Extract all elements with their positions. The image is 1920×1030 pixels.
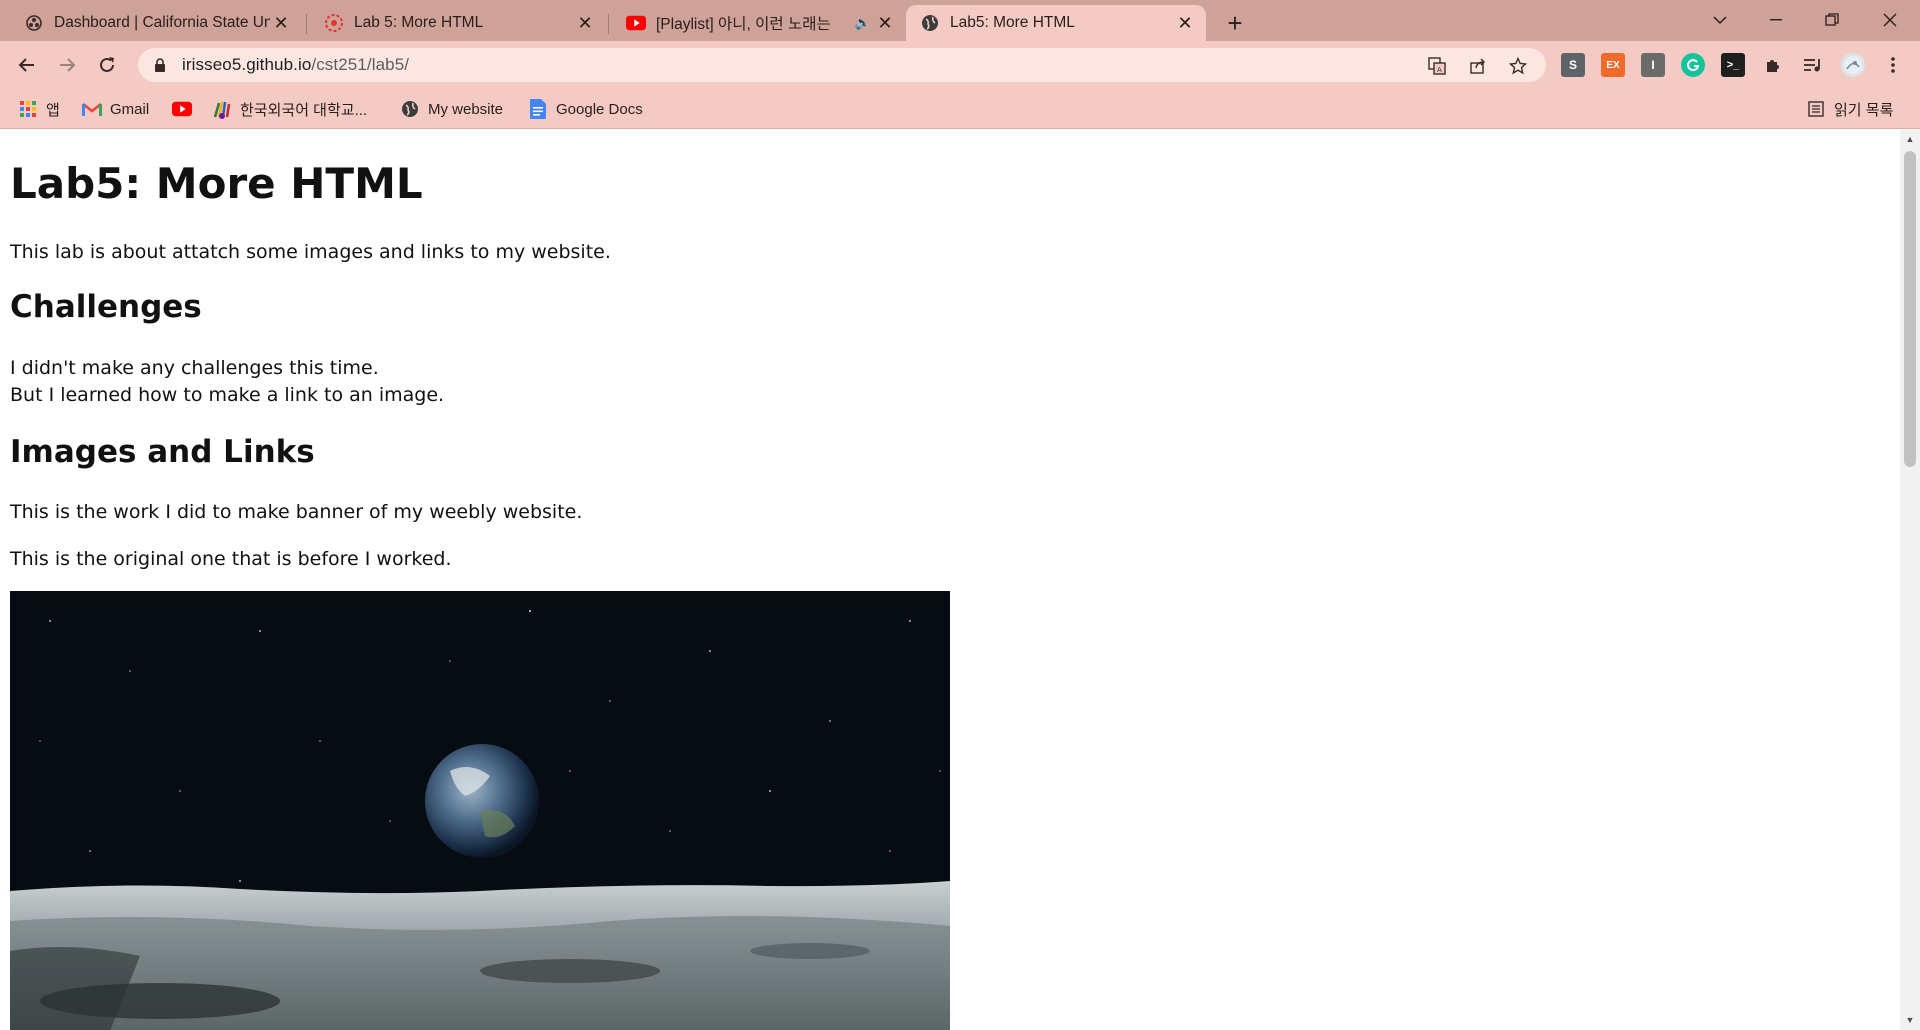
images-heading: Images and Links [10,434,315,470]
bookmark-label: My website [428,100,504,118]
extension-s-icon[interactable]: S [1561,53,1585,77]
tab-strip: Dashboard | California State Uni ✕ Lab 5… [0,0,1920,41]
new-tab-button[interactable]: + [1220,8,1250,38]
bookmark-gmail[interactable]: Gmail [82,97,149,121]
apps-grid-icon [18,99,38,119]
grammarly-icon[interactable] [1681,53,1705,77]
globe-favicon [920,13,940,33]
earth-moon-image-link[interactable] [10,591,950,1030]
challenges-line-1: I didn't make any challenges this time. [10,357,379,379]
tab-lab5-canvas[interactable]: Lab 5: More HTML ✕ [310,5,606,41]
scroll-down-icon[interactable]: ▼ [1900,1012,1920,1028]
extension-i-icon[interactable]: I [1641,53,1665,77]
tab-title: [Playlist] 아니, 이런 노래는 [656,16,831,33]
scrollbar-thumb[interactable] [1904,151,1916,467]
bookmark-my-website[interactable]: My website [400,97,503,121]
reading-list-button[interactable]: 읽기 목록 [1806,97,1893,121]
bookmark-label: Google Docs [556,100,643,118]
media-control-icon[interactable] [1801,53,1825,77]
challenges-line-2: But I learned how to make a link to an i… [10,384,445,406]
bookmark-apps[interactable]: 앱 [18,97,60,121]
page-viewport: Lab5: More HTML This lab is about attatc… [0,129,1900,1030]
close-icon[interactable]: ✕ [874,12,896,34]
docs-icon [528,99,548,119]
tab-youtube-playlist[interactable]: [Playlist] 아니, 이런 노래는 🔈 ✕ [612,5,906,41]
reload-button[interactable] [91,49,123,81]
bookmarks-bar: 앱 Gmail 한국외국어 대학교... My website Google D… [0,89,1920,129]
close-icon[interactable]: ✕ [270,12,292,34]
tab-dashboard[interactable]: Dashboard | California State Uni ✕ [10,5,302,41]
url-host: irisseo5.github.io [182,55,312,74]
bookmark-label: Gmail [110,100,150,118]
tab-title: Lab 5: More HTML [354,14,484,31]
extensions-puzzle-icon[interactable] [1761,53,1785,77]
page-scrollbar[interactable]: ▲ ▼ [1900,129,1920,1030]
youtube-favicon [626,13,646,33]
forward-button[interactable] [51,49,83,81]
tab-title: Dashboard | California State Uni [54,14,270,31]
bookmark-youtube[interactable] [172,97,200,121]
tab-search-chevron-icon[interactable] [1692,0,1748,40]
reading-list-label: 읽기 목록 [1834,101,1894,119]
close-icon[interactable]: ✕ [574,12,596,34]
bookmark-google-docs[interactable]: Google Docs [528,97,643,121]
share-icon[interactable] [1466,54,1490,78]
profile-avatar[interactable] [1841,53,1865,77]
scroll-up-icon[interactable]: ▲ [1900,131,1920,147]
speaker-icon[interactable]: 🔈 [852,12,874,34]
gmail-icon [82,99,102,119]
bookmark-hufs[interactable]: 한국외국어 대학교... [212,97,367,121]
page-title: Lab5: More HTML [10,159,423,208]
lock-icon[interactable] [152,58,168,72]
bookmark-label: 한국외국어 대학교... [240,101,368,119]
canvas-favicon [324,13,344,33]
tab-separator [608,14,609,34]
close-icon[interactable]: ✕ [1174,12,1196,34]
bookmark-star-icon[interactable] [1506,54,1530,78]
tab-separator [306,14,307,34]
challenges-heading: Challenges [10,289,202,325]
restore-icon[interactable] [1804,0,1860,40]
minimize-icon[interactable] [1748,0,1804,40]
bookmark-label: 앱 [46,101,60,119]
browser-toolbar: irisseo5.github.io/cst251/lab5/ A S EX I… [0,41,1920,89]
dashboard-favicon [24,13,44,33]
hufs-icon [212,99,232,119]
images-text-2: This is the original one that is before … [10,548,452,570]
translate-icon[interactable]: A [1425,54,1449,78]
window-close-icon[interactable] [1862,0,1918,40]
more-menu-icon[interactable] [1881,53,1905,77]
terminal-icon[interactable]: >_ [1721,53,1745,77]
intro-text: This lab is about attatch some images an… [10,241,611,263]
url-text[interactable]: irisseo5.github.io/cst251/lab5/ [182,55,409,75]
images-text-1: This is the work I did to make banner of… [10,501,583,523]
svg-text:A: A [1437,66,1442,74]
reading-list-icon [1806,99,1826,119]
earth-moon-image [10,591,950,1030]
tab-lab5-active[interactable]: Lab5: More HTML ✕ [906,5,1206,41]
address-bar[interactable]: irisseo5.github.io/cst251/lab5/ A [138,48,1546,82]
tab-title: Lab5: More HTML [950,14,1075,31]
url-path: /cst251/lab5/ [311,55,410,74]
back-button[interactable] [11,49,43,81]
globe-icon [400,99,420,119]
extension-ex-icon[interactable]: EX [1601,53,1625,77]
youtube-icon [172,99,192,119]
